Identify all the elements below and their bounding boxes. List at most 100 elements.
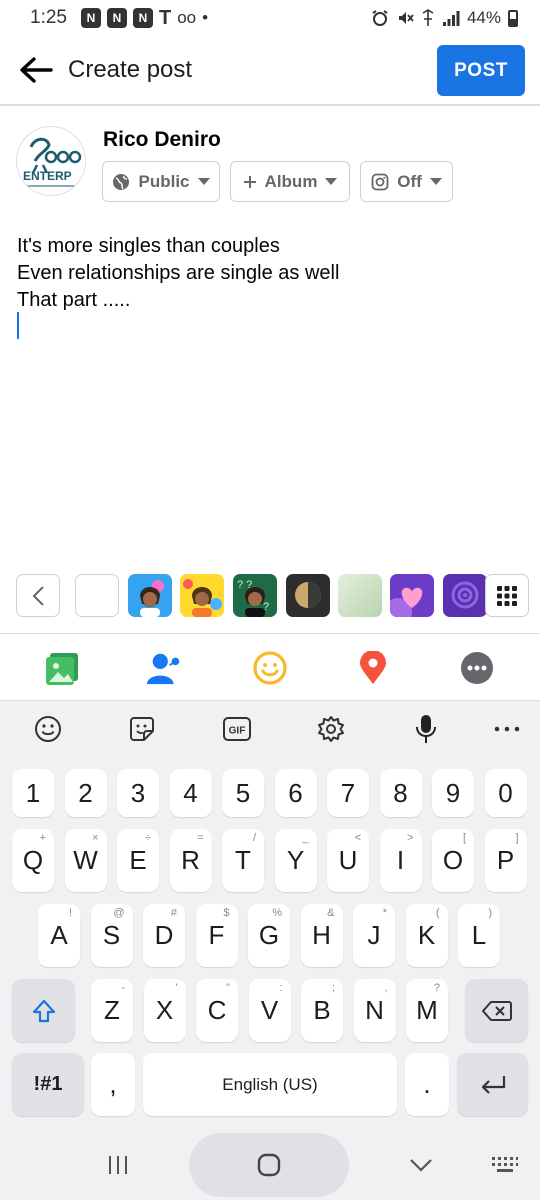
key-w-label: W [73,845,98,875]
post-line: It's more singles than couples [17,235,280,257]
back-button[interactable] [6,40,66,100]
more-icon [494,726,520,732]
key-g[interactable]: G% [248,904,290,967]
home-button[interactable] [189,1133,349,1197]
key-m[interactable]: M? [406,979,448,1042]
key-y[interactable]: Y _ [274,829,317,892]
key-j[interactable]: J * [353,904,395,967]
key-0-label: 0 [498,777,513,808]
key-2[interactable]: 2 [64,769,107,817]
swatch-plain-white[interactable] [75,574,119,617]
key-7[interactable]: 7 [327,769,369,817]
key-j-label: J [367,920,381,950]
post-text-area[interactable]: It's more singles than couples Even rela… [17,233,339,314]
key-k-label: K [417,920,436,950]
keyboard-switch-button[interactable] [485,1150,525,1180]
period-key[interactable]: . [405,1053,449,1116]
key-1[interactable]: 1 [12,769,54,817]
post-button[interactable]: POST [437,45,525,96]
symbols-key[interactable]: !#1 [12,1053,84,1116]
swatch-dark-gold[interactable] [286,574,330,617]
key-b[interactable]: B; [301,979,343,1042]
tag-people-button[interactable] [147,650,183,686]
key-d[interactable]: D # [143,904,185,967]
key-9[interactable]: 9 [432,769,474,817]
key-u[interactable]: U < [327,829,369,892]
keyboard-more-button[interactable] [491,713,523,745]
swatch-purple-pattern[interactable] [443,574,487,617]
shift-key[interactable] [12,979,75,1042]
instagram-toggle[interactable]: Off [360,161,453,202]
key-e-label: E [129,845,147,875]
logo-text: ENTERP [23,169,72,183]
key-t[interactable]: T / [222,829,264,892]
avatar[interactable]: ENTERP [16,126,86,196]
key-2-label: 2 [78,777,93,808]
keyboard-gif-button[interactable]: GIF [221,713,253,745]
key-f[interactable]: F $ [195,904,238,967]
feeling-activity-button[interactable] [252,650,288,686]
swatch-avatar-blue[interactable] [128,574,172,617]
swatch-soft-green[interactable] [338,574,382,617]
key-e[interactable]: E ÷ [117,829,159,892]
key-9-label: 9 [445,777,461,808]
key-l-label: L [471,920,487,950]
half-circle-icon [295,582,321,608]
space-key[interactable]: English (US) [143,1053,397,1116]
key-i[interactable]: I > [379,829,422,892]
key-o[interactable]: O[ [432,829,474,892]
status-bar: 1:25 N N N T oo • 44% [0,0,540,36]
backspace-key[interactable] [465,979,528,1042]
key-a[interactable]: A! [38,904,80,967]
key-s[interactable]: S @ [90,904,133,967]
more-options-button[interactable] [459,650,495,686]
logo-icon: ENTERP [18,128,85,195]
author-name: Rico Deniro [103,128,221,151]
key-p[interactable]: P] [484,829,527,892]
grid-icon [497,585,517,606]
key-h[interactable]: H & [300,904,343,967]
keyboard-settings-button[interactable] [315,713,347,745]
recent-apps-button[interactable] [98,1150,138,1180]
key-5[interactable]: 5 [222,769,264,817]
album-label: Album [264,171,318,191]
keyboard-emoji-button[interactable] [32,713,64,745]
more-backgrounds-button[interactable] [485,574,529,617]
key-q[interactable]: Q + [12,829,54,892]
symbols-key-label: !#1 [33,1073,63,1095]
key-z[interactable]: Z- [91,979,133,1042]
collapse-backgrounds-button[interactable] [16,574,60,617]
key-c[interactable]: C " [196,979,238,1042]
key-hint: ( [435,907,440,919]
key-6[interactable]: 6 [274,769,317,817]
key-3[interactable]: 3 [117,769,159,817]
keyboard-voice-button[interactable] [410,713,442,745]
key-q-label: Q [22,845,44,875]
key-v-label: V [260,995,279,1025]
key-4[interactable]: 4 [169,769,212,817]
album-selector[interactable]: Album [230,161,350,202]
key-0[interactable]: 0 [484,769,527,817]
key-l[interactable]: L) [458,904,500,967]
key-v[interactable]: V: [248,979,291,1042]
keyboard-sticker-button[interactable] [126,713,158,745]
key-hint: % [272,907,282,919]
privacy-selector[interactable]: Public [102,161,220,202]
key-x[interactable]: X ' [143,979,186,1042]
check-in-button[interactable] [355,650,391,686]
comma-key[interactable]: , [91,1053,135,1116]
nav-back-button[interactable] [401,1150,441,1180]
key-w[interactable]: W × [64,829,107,892]
key-k[interactable]: K( [405,904,448,967]
enter-key[interactable] [457,1053,528,1116]
key-8[interactable]: 8 [379,769,422,817]
key-r[interactable]: R = [169,829,212,892]
more-icon [461,652,493,684]
period-key-label: . [423,1069,431,1099]
swatch-purple-heart[interactable] [390,574,434,617]
add-photo-button[interactable] [44,650,80,686]
swatch-avatar-yellow[interactable] [180,574,224,617]
recent-apps-icon [109,1156,127,1174]
key-n[interactable]: N, [353,979,396,1042]
swatch-avatar-green[interactable]: ? ?? [233,574,277,617]
